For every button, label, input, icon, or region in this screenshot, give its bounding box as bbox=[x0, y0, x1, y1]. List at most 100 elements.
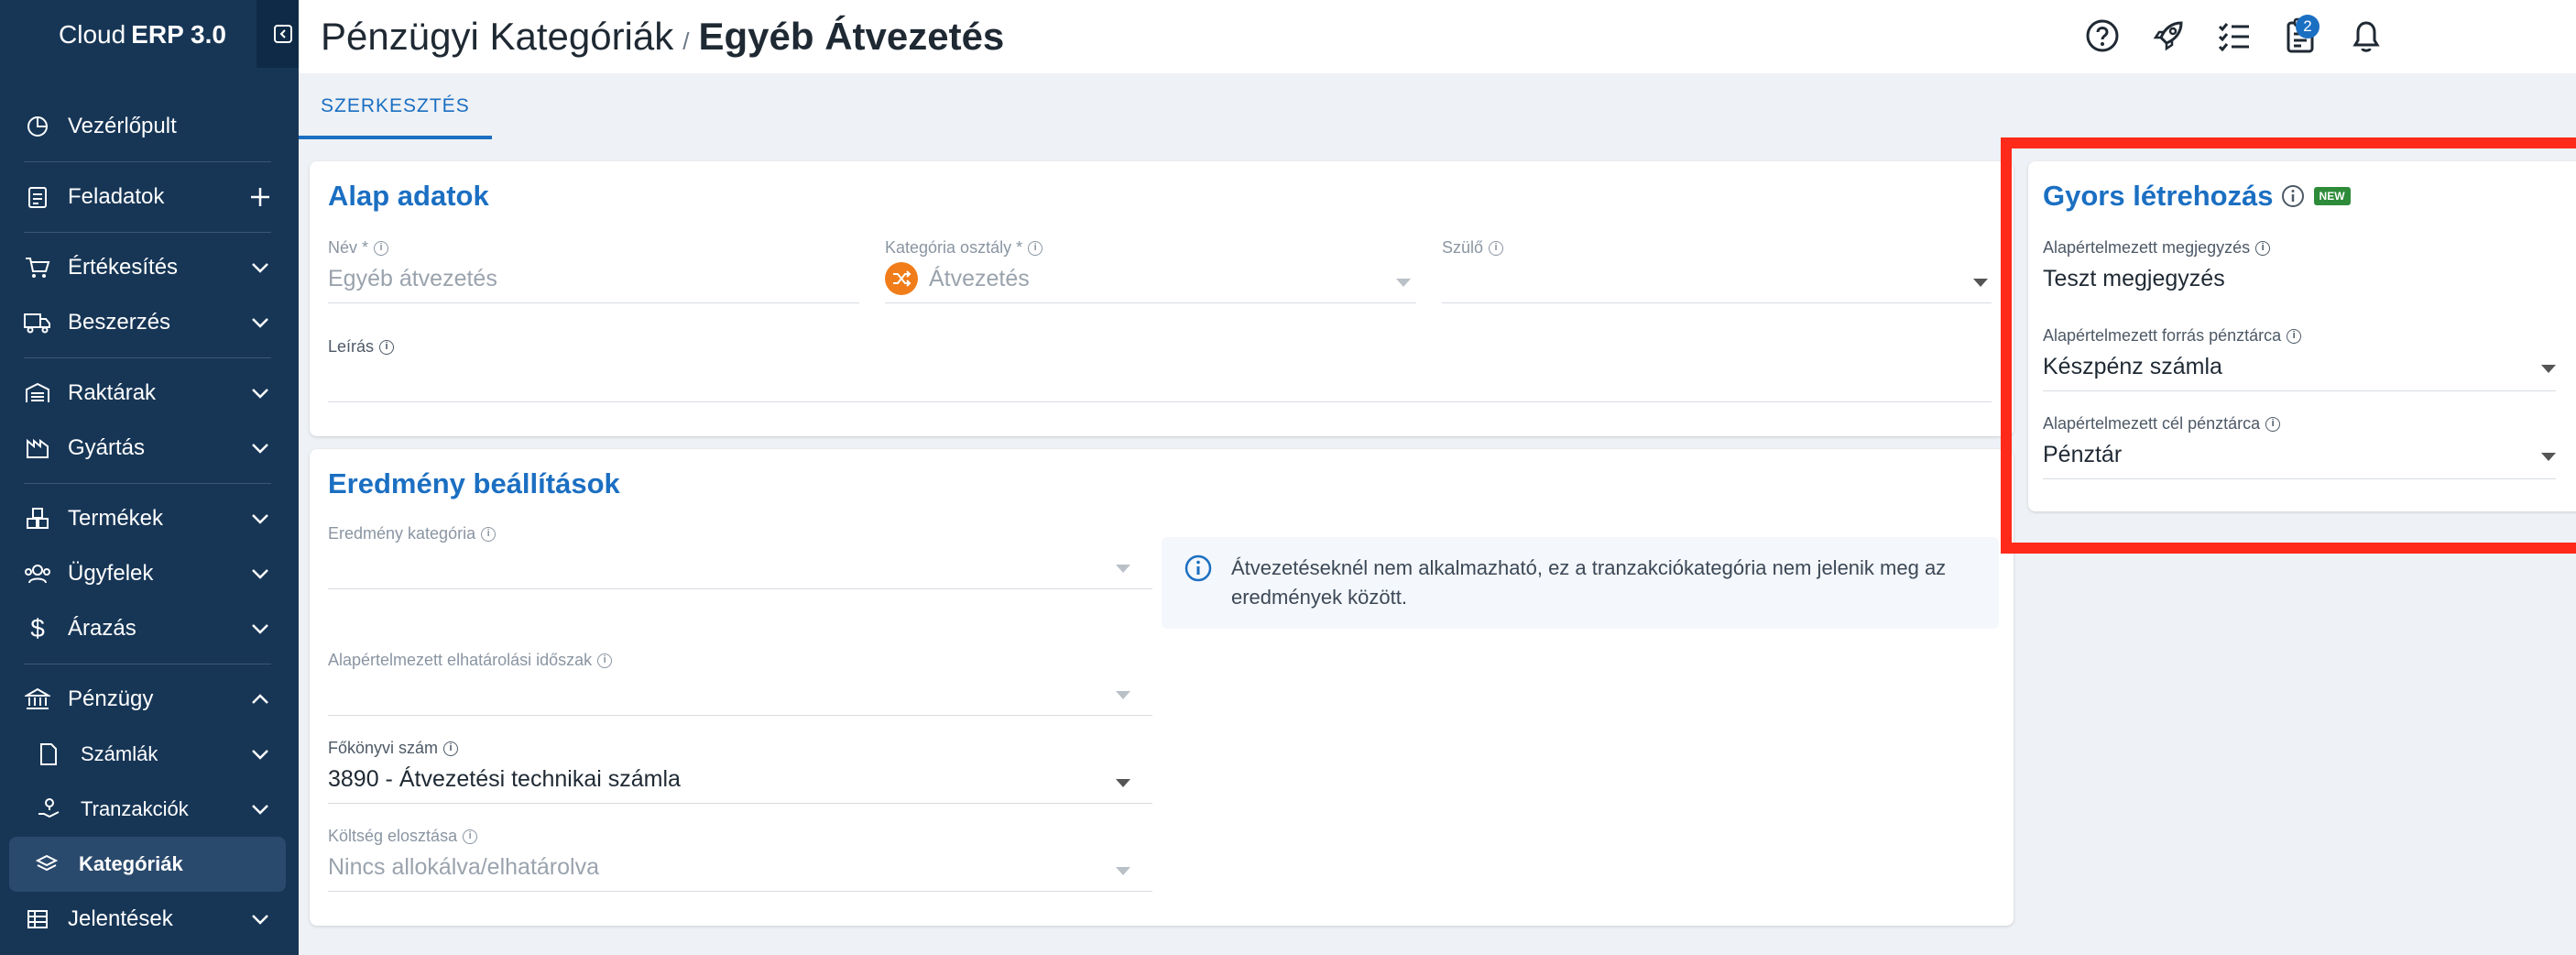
rocket-icon[interactable] bbox=[2145, 13, 2191, 59]
info-icon[interactable]: i bbox=[374, 240, 389, 256]
chevron-down-icon bbox=[1116, 691, 1130, 699]
help-icon[interactable] bbox=[2079, 13, 2125, 59]
clipboard-icon bbox=[24, 183, 51, 211]
ledger-number-label: Főkönyvi szám i bbox=[328, 739, 459, 758]
sidebar-item-pricing[interactable]: $ Árazás bbox=[0, 601, 299, 656]
sidebar-item-label: Beszerzés bbox=[68, 310, 171, 335]
sidebar-item-warehouses[interactable]: Raktárak bbox=[0, 366, 299, 421]
sidebar-item-dashboard[interactable]: Vezérlőpult bbox=[0, 99, 299, 154]
notification-badge: 2 bbox=[2296, 15, 2319, 38]
chevron-down-icon bbox=[249, 382, 271, 404]
info-icon[interactable]: i bbox=[463, 829, 478, 844]
chevron-up-icon bbox=[249, 688, 271, 710]
chevron-down-icon bbox=[249, 908, 271, 930]
basic-data-card: Alap adatok Név * i Egyéb átvezetés Kateg… bbox=[310, 161, 2014, 436]
bank-icon bbox=[24, 686, 51, 713]
plus-icon[interactable] bbox=[249, 186, 271, 208]
brand-bold: ERP 3.0 bbox=[131, 20, 226, 49]
deferral-period-select[interactable] bbox=[328, 675, 1152, 715]
card-title: Eredmény beállítások bbox=[328, 467, 620, 499]
chevron-down-icon bbox=[249, 618, 271, 640]
result-category-select[interactable] bbox=[328, 548, 1152, 588]
breadcrumb-parent[interactable]: Pénzügyi Kategóriák bbox=[321, 15, 673, 58]
category-class-underline bbox=[885, 302, 1416, 303]
brand-logo: Cloud ERP 3.0 bbox=[0, 0, 310, 70]
sidebar-item-finance[interactable]: Pénzügy bbox=[0, 672, 299, 727]
hand-coin-icon bbox=[37, 797, 60, 821]
cart-icon bbox=[24, 254, 51, 281]
cost-allocation-select[interactable]: Nincs allokálva/elhatárolva bbox=[328, 854, 599, 881]
sidebar-item-label: Raktárak bbox=[68, 380, 157, 405]
boxes-icon bbox=[24, 505, 51, 532]
users-icon bbox=[24, 560, 51, 587]
tab-bar: SZERKESZTÉS bbox=[299, 73, 2003, 139]
sidebar-item-label: Pénzügy bbox=[68, 686, 154, 711]
info-icon[interactable]: i bbox=[379, 339, 395, 355]
parent-underline bbox=[1442, 302, 1992, 303]
sidebar-item-products[interactable]: Termékek bbox=[0, 491, 299, 546]
chevron-down-icon bbox=[249, 312, 271, 334]
topbar: Pénzügyi Kategóriák / Egyéb Átvezetés 2 bbox=[299, 0, 2576, 73]
deferral-period-underline bbox=[328, 715, 1152, 716]
sidebar-item-categories[interactable]: Kategóriák bbox=[9, 837, 286, 892]
sidebar-item-manufacturing[interactable]: Gyártás bbox=[0, 421, 299, 476]
name-label-text: Név * bbox=[328, 238, 369, 257]
sidebar-item-label: Tranzakciók bbox=[81, 797, 189, 820]
layers-icon bbox=[35, 852, 59, 876]
sidebar-item-label: Értékesítés bbox=[68, 255, 179, 280]
header-actions: 2 bbox=[2079, 13, 2389, 59]
tab-edit[interactable]: SZERKESZTÉS bbox=[299, 73, 492, 139]
info-notice: Átvezetéseknél nem alkalmazható, ez a tr… bbox=[1162, 537, 1999, 629]
info-icon[interactable]: i bbox=[481, 526, 497, 542]
divider bbox=[24, 357, 271, 358]
chevron-down-icon bbox=[1973, 279, 1988, 287]
dollar-icon: $ bbox=[30, 614, 45, 642]
info-icon[interactable]: i bbox=[597, 653, 613, 668]
checklist-icon[interactable] bbox=[2211, 13, 2257, 59]
truck-icon bbox=[24, 309, 51, 336]
ledger-number-select[interactable]: 3890 - Átvezetési technikai számla bbox=[328, 766, 681, 793]
chevron-down-icon bbox=[249, 508, 271, 530]
dashboard-icon bbox=[24, 113, 51, 140]
category-class-label: Kategória osztály * i bbox=[885, 238, 1043, 258]
task-list-icon[interactable]: 2 bbox=[2277, 13, 2323, 59]
sidebar-item-customers[interactable]: Ügyfelek bbox=[0, 546, 299, 601]
divider bbox=[24, 232, 271, 233]
sidebar-item-transactions[interactable]: Tranzakciók bbox=[0, 782, 299, 837]
sidebar-item-sales[interactable]: Értékesítés bbox=[0, 240, 299, 295]
sidebar-item-tasks[interactable]: Feladatok bbox=[0, 170, 299, 225]
divider bbox=[24, 161, 271, 162]
sidebar-item-reports[interactable]: Jelentések bbox=[0, 892, 299, 947]
info-icon[interactable]: i bbox=[443, 741, 459, 756]
chevron-down-icon bbox=[1116, 867, 1130, 875]
sidebar-item-purchase[interactable]: Beszerzés bbox=[0, 295, 299, 350]
info-icon[interactable]: i bbox=[1489, 240, 1504, 256]
sidebar-item-label: Gyártás bbox=[68, 435, 146, 460]
category-class-label-text: Kategória osztály * bbox=[885, 238, 1023, 257]
chevron-down-icon bbox=[249, 743, 271, 765]
cost-allocation-underline bbox=[328, 891, 1152, 892]
name-field[interactable]: Egyéb átvezetés bbox=[328, 266, 497, 292]
chevron-down-icon bbox=[249, 437, 271, 459]
ledger-number-label-text: Főkönyvi szám bbox=[328, 739, 439, 757]
sidebar: Cloud ERP 3.0 Vezérlőpult Feladatok Érték… bbox=[0, 0, 310, 955]
chevron-down-icon bbox=[1396, 279, 1411, 287]
sidebar-item-invoices[interactable]: Számlák bbox=[0, 727, 299, 782]
cost-allocation-label-text: Költség elosztása bbox=[328, 827, 458, 845]
brand-prefix: Cloud bbox=[59, 20, 126, 49]
info-icon[interactable]: i bbox=[1028, 240, 1043, 256]
parent-select[interactable] bbox=[1442, 262, 1992, 299]
bell-icon[interactable] bbox=[2343, 13, 2389, 59]
divider bbox=[24, 483, 271, 484]
sidebar-item-label: Árazás bbox=[68, 616, 136, 641]
sidebar-item-label: Jelentések bbox=[68, 906, 173, 931]
page-title: Pénzügyi Kategóriák / Egyéb Átvezetés bbox=[299, 15, 1004, 59]
category-class-select[interactable]: Átvezetés bbox=[929, 266, 1030, 292]
ledger-number-underline bbox=[328, 803, 1152, 804]
table-icon bbox=[24, 906, 51, 933]
parent-label-text: Szülő bbox=[1442, 238, 1484, 257]
result-category-label-text: Eredmény kategória bbox=[328, 524, 476, 543]
description-label: Leírás i bbox=[328, 337, 395, 357]
sidebar-item-label: Ügyfelek bbox=[68, 561, 154, 586]
description-field[interactable] bbox=[328, 363, 1992, 400]
